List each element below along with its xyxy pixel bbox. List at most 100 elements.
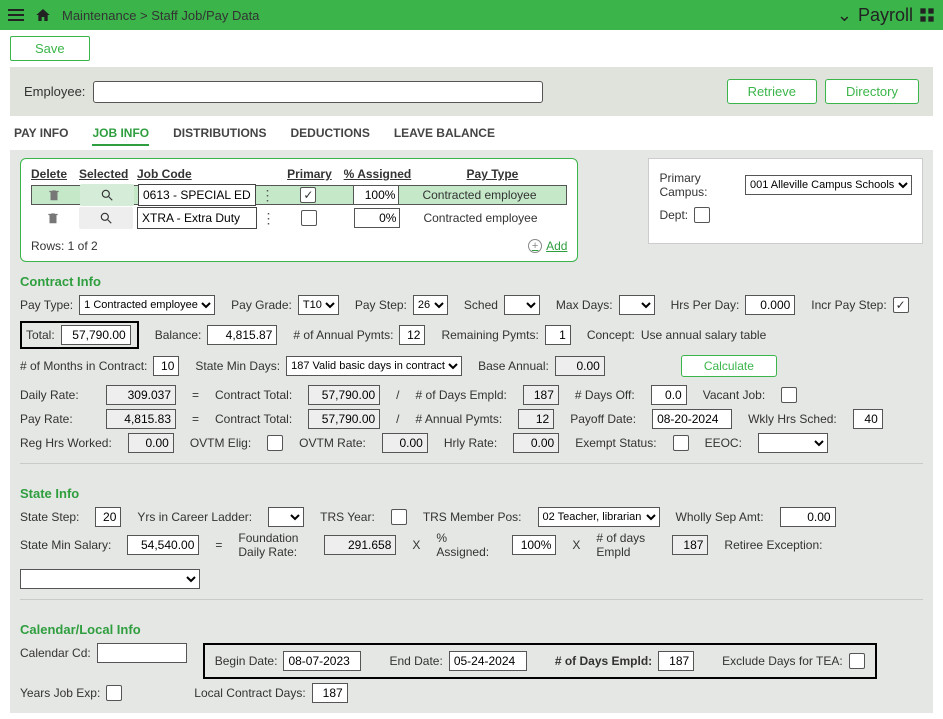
whollysep-input[interactable] <box>780 507 836 527</box>
calendar-info-title: Calendar/Local Info <box>20 610 923 643</box>
primary-checkbox[interactable] <box>300 187 316 203</box>
paygrade-label: Pay Grade: <box>231 298 292 312</box>
end-date-input[interactable] <box>449 651 527 671</box>
trsyear-checkbox[interactable] <box>391 509 407 525</box>
primary-campus-label: Primary Campus: <box>659 171 739 199</box>
balance-input[interactable] <box>207 325 277 345</box>
job-code-options-icon[interactable]: ⋮ <box>259 210 277 227</box>
total-input[interactable] <box>61 325 131 345</box>
contracttotal-input <box>308 385 380 405</box>
eq-sign: = <box>192 412 199 426</box>
chevron-down-icon[interactable]: ⌄ <box>837 5 852 26</box>
calcd-label: Calendar Cd: <box>20 646 91 660</box>
contracttotal2-input <box>308 409 380 429</box>
cal-daysempld-input[interactable] <box>658 651 694 671</box>
assigned-input[interactable] <box>354 208 400 228</box>
payrate-input <box>106 409 176 429</box>
daysempld-input <box>523 385 559 405</box>
contracttotal2-label: Contract Total: <box>215 412 292 426</box>
vacant-label: Vacant Job: <box>703 388 765 402</box>
tab-job-info[interactable]: JOB INFO <box>92 126 149 146</box>
x-sign: X <box>572 538 580 552</box>
assigned-input[interactable] <box>353 185 399 205</box>
exclude-checkbox[interactable] <box>849 653 865 669</box>
sched-label: Sched <box>464 298 498 312</box>
paytype-select[interactable]: 1 Contracted employee <box>79 295 215 315</box>
statemindays-select[interactable]: 187 Valid basic days in contract <box>286 356 462 376</box>
employee-bar: Employee: Retrieve Directory <box>10 67 933 116</box>
remainpymts-input[interactable] <box>545 325 571 345</box>
save-button[interactable]: Save <box>10 36 90 61</box>
home-icon[interactable] <box>34 7 52 23</box>
primary-campus-select[interactable]: 001 Alleville Campus Schools <box>745 175 912 195</box>
daysoff-label: # Days Off: <box>575 388 635 402</box>
daysoff-input[interactable] <box>651 385 687 405</box>
ovtmelig-checkbox[interactable] <box>267 435 283 451</box>
grid-icon[interactable] <box>919 7 935 23</box>
tab-deductions[interactable]: DEDUCTIONS <box>290 126 369 146</box>
col-assigned[interactable]: % Assigned <box>341 167 413 181</box>
job-grid: Delete Selected Job Code Primary % Assig… <box>20 158 578 262</box>
retrieve-button[interactable]: Retrieve <box>727 79 817 104</box>
careerladder-select[interactable] <box>268 507 304 527</box>
sched-select[interactable] <box>504 295 540 315</box>
tab-leave-balance[interactable]: LEAVE BALANCE <box>394 126 495 146</box>
payoff-input[interactable] <box>652 409 732 429</box>
hrlyrate-label: Hrly Rate: <box>444 436 497 450</box>
pctassigned-input[interactable] <box>512 535 556 555</box>
remainpymts-label: Remaining Pymts: <box>441 328 538 342</box>
tab-distributions[interactable]: DISTRIBUTIONS <box>173 126 266 146</box>
employee-input[interactable] <box>93 81 543 103</box>
hrsperday-input[interactable] <box>745 295 795 315</box>
col-paytype[interactable]: Pay Type <box>417 167 567 181</box>
retiree-select[interactable] <box>20 569 200 589</box>
wklyhrs-input[interactable] <box>853 409 883 429</box>
months-input[interactable] <box>153 356 179 376</box>
annualpymts2-input <box>518 409 554 429</box>
calcd-input[interactable] <box>97 643 187 663</box>
vacant-checkbox[interactable] <box>781 387 797 403</box>
delete-row-icon[interactable] <box>32 188 76 202</box>
end-label: End Date: <box>389 654 442 668</box>
localdays-input[interactable] <box>312 683 348 703</box>
menu-icon[interactable] <box>8 6 24 24</box>
delete-row-icon[interactable] <box>31 211 75 225</box>
localdays-label: Local Contract Days: <box>194 686 305 700</box>
paygrade-select[interactable]: T10 <box>298 295 339 315</box>
exempt-checkbox[interactable] <box>673 435 689 451</box>
tab-pay-info[interactable]: PAY INFO <box>14 126 68 146</box>
select-row-icon[interactable] <box>80 184 134 206</box>
reghrs-input <box>128 433 174 453</box>
yearsexp-checkbox[interactable] <box>106 685 122 701</box>
begin-date-input[interactable] <box>283 651 361 671</box>
job-row: ⋮ Contracted employee <box>31 205 567 231</box>
eeoc-label: EEOC: <box>705 436 742 450</box>
daysempld-label: # of Days Empld: <box>416 388 507 402</box>
hrlyrate-input <box>513 433 559 453</box>
incrpaystep-checkbox[interactable] <box>893 297 909 313</box>
job-code-input[interactable] <box>137 207 257 229</box>
col-jobcode[interactable]: Job Code <box>137 167 277 181</box>
paytype-label: Pay Type: <box>20 298 73 312</box>
job-code-input[interactable] <box>138 184 256 206</box>
paytype-cell: Contracted employee <box>417 211 567 225</box>
select-row-icon[interactable] <box>79 207 133 229</box>
add-row-link[interactable]: + Add <box>528 239 567 253</box>
dept-checkbox[interactable] <box>694 207 710 223</box>
col-primary[interactable]: Primary <box>281 167 337 181</box>
exempt-label: Exempt Status: <box>575 436 656 450</box>
job-code-options-icon[interactable]: ⋮ <box>258 187 276 204</box>
primary-checkbox[interactable] <box>301 210 317 226</box>
maxdays-select[interactable] <box>619 295 655 315</box>
trsmember-select[interactable]: 02 Teacher, librarian <box>538 507 660 527</box>
directory-button[interactable]: Directory <box>825 79 919 104</box>
eeoc-select[interactable] <box>758 433 828 453</box>
state-daysempld-label: # of days Empld <box>596 531 656 559</box>
annualpymts-input[interactable] <box>399 325 425 345</box>
annualpymts-label: # of Annual Pymts: <box>293 328 393 342</box>
statestep-input[interactable] <box>95 507 121 527</box>
stateminsal-input[interactable] <box>127 535 199 555</box>
concept-text: Use annual salary table <box>641 328 766 342</box>
paystep-select[interactable]: 26 <box>413 295 448 315</box>
calculate-button[interactable]: Calculate <box>681 355 777 377</box>
